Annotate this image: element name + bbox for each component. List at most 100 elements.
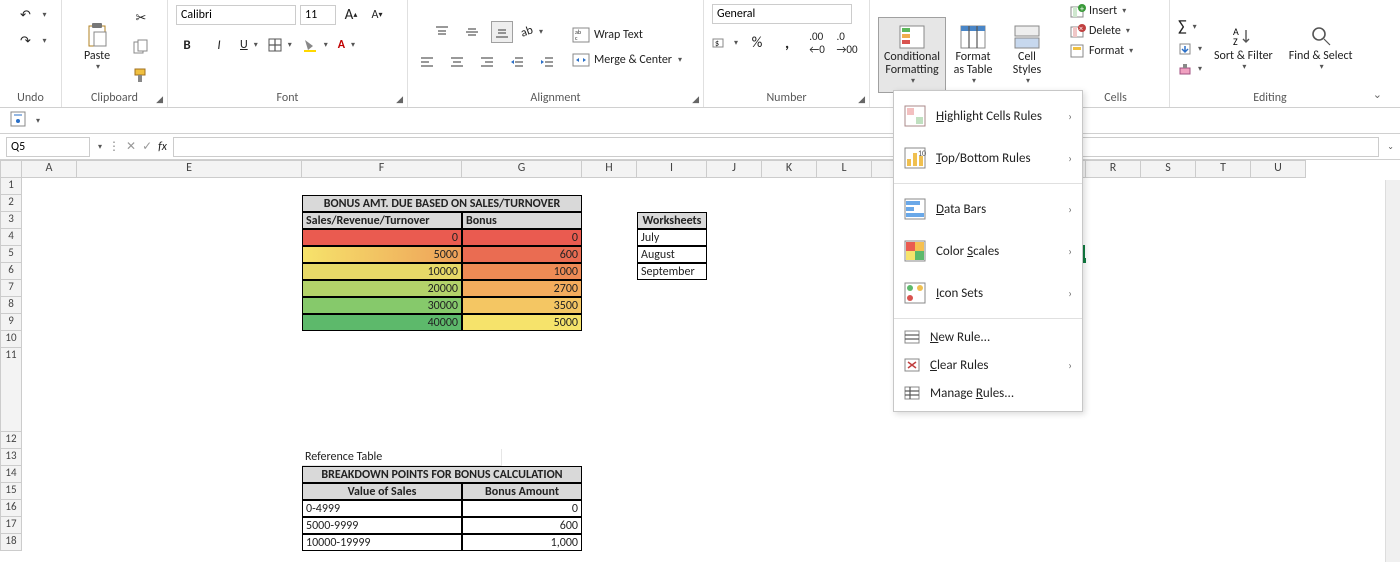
copy-icon[interactable] [130,36,152,58]
formula-input[interactable] [173,137,1379,157]
row-header[interactable]: 12 [0,432,22,449]
cell[interactable]: 10000 [302,263,462,280]
highlight-cells-rules-item[interactable]: HHighlight Cells Rulesighlight Cells Rul… [894,95,1082,137]
undo-icon[interactable]: ↶ [14,4,36,26]
cell[interactable]: 40000 [302,314,462,331]
cell[interactable]: 0 [302,229,462,246]
icon-sets-item[interactable]: Icon Sets › [894,272,1082,314]
color-scales-item[interactable]: Color Scales › [894,230,1082,272]
align-middle-icon[interactable] [461,21,483,43]
cell[interactable]: 20000 [302,280,462,297]
row-header[interactable]: 2 [0,195,22,212]
row-header[interactable]: 8 [0,297,22,314]
cell[interactable]: 5000 [302,246,462,263]
col-header[interactable]: U [1251,160,1306,178]
decrease-indent-icon[interactable] [506,51,528,73]
paste-button[interactable]: Paste ▾ [70,9,124,85]
cell[interactable]: 0 [462,229,582,246]
number-format-select[interactable] [712,4,852,24]
row-header[interactable]: 3 [0,212,22,229]
font-color-button[interactable]: A▾ [338,38,355,52]
fill-button[interactable]: ▾ [1178,42,1202,56]
col-header[interactable]: G [462,160,582,178]
col-header[interactable]: A [22,160,77,178]
clipboard-dialog-launcher[interactable]: ◢ [156,94,163,105]
font-dialog-launcher[interactable]: ◢ [396,94,403,105]
row-header[interactable]: 15 [0,483,22,500]
manage-rules-item[interactable]: Manage Rules... [894,379,1082,407]
cell[interactable]: Worksheets [637,212,707,229]
top-bottom-rules-item[interactable]: 10 Top/Bottom Rules › [894,137,1082,179]
col-header[interactable]: F [302,160,462,178]
autosum-button[interactable]: ∑▾ [1178,17,1197,36]
align-top-icon[interactable] [431,21,453,43]
row-header[interactable]: 11 [0,348,22,432]
decrease-decimal-icon[interactable]: .0→00 [836,32,858,54]
row-header[interactable]: 1 [0,178,22,195]
sort-filter-button[interactable]: AZ Sort & Filter▾ [1210,9,1277,85]
format-painter-icon[interactable] [130,64,152,86]
row-header[interactable]: 4 [0,229,22,246]
alignment-dialog-launcher[interactable]: ◢ [692,94,699,105]
cell[interactable]: 0 [462,500,582,517]
save-icon[interactable] [10,111,26,131]
orientation-button[interactable]: ab▾ [521,25,543,39]
cell[interactable]: Value of Sales [302,483,462,500]
col-header[interactable]: I [637,160,707,178]
col-header[interactable]: K [762,160,817,178]
increase-indent-icon[interactable] [536,51,558,73]
cell[interactable]: 1,000 [462,534,582,551]
accounting-format-button[interactable]: $▾ [712,36,738,50]
grow-font-icon[interactable]: A▴ [340,4,362,26]
name-box-dropdown[interactable]: ▾ [98,142,102,152]
cell[interactable]: 600 [462,517,582,534]
find-select-button[interactable]: Find & Select▾ [1285,9,1357,85]
format-button[interactable]: Format▾ [1070,44,1133,58]
conditional-formatting-button[interactable]: Conditional Formatting▾ [878,17,946,93]
align-right-icon[interactable] [476,51,498,73]
row-header[interactable]: 10 [0,331,22,348]
row-header[interactable]: 14 [0,466,22,483]
underline-button[interactable]: U▾ [240,38,258,52]
col-header[interactable]: T [1196,160,1251,178]
cell[interactable]: 10000-19999 [302,534,462,551]
cell[interactable]: 5000 [462,314,582,331]
font-size-select[interactable] [300,5,336,25]
row-header[interactable]: 18 [0,534,22,551]
cell[interactable]: 0-4999 [302,500,462,517]
redo-dropdown[interactable]: ▾ [42,36,46,46]
cell[interactable]: July [637,229,707,246]
row-header[interactable]: 7 [0,280,22,297]
col-header[interactable]: S [1141,160,1196,178]
col-header[interactable]: J [707,160,762,178]
align-center-icon[interactable] [446,51,468,73]
row-header[interactable]: 17 [0,517,22,534]
row-header[interactable]: 9 [0,314,22,331]
cell[interactable]: September [637,263,707,280]
undo-dropdown[interactable]: ▾ [42,10,46,20]
format-as-table-button[interactable]: Format as Table▾ [946,17,1000,93]
row-header[interactable]: 6 [0,263,22,280]
vertical-scrollbar[interactable] [1385,180,1400,562]
number-dialog-launcher[interactable]: ◢ [858,94,865,105]
cell[interactable]: Bonus [462,212,582,229]
cell[interactable]: August [637,246,707,263]
increase-decimal-icon[interactable]: .00←0 [806,32,828,54]
col-header[interactable]: L [817,160,872,178]
collapse-ribbon-icon[interactable]: ⌄ [1373,88,1382,101]
spreadsheet-grid[interactable]: AEFGHIJKLQRSTU 1234567891011121314151617… [0,160,1400,578]
cell[interactable]: 5000-9999 [302,517,462,534]
enter-formula-icon[interactable]: ✓ [142,139,152,154]
comma-button[interactable]: , [776,32,798,54]
quick-dropdown[interactable]: ▾ [36,116,40,126]
col-header[interactable]: E [77,160,302,178]
cell[interactable]: BREAKDOWN POINTS FOR BONUS CALCULATION [302,466,582,483]
data-bars-item[interactable]: Data Bars › [894,188,1082,230]
clear-button[interactable]: ▾ [1178,62,1202,76]
align-bottom-icon[interactable] [491,21,513,43]
percent-button[interactable]: % [746,32,768,54]
bold-button[interactable]: B [176,34,198,56]
row-header[interactable]: 5 [0,246,22,263]
clear-rules-item[interactable]: Clear Rules › [894,351,1082,379]
row-header[interactable]: 16 [0,500,22,517]
